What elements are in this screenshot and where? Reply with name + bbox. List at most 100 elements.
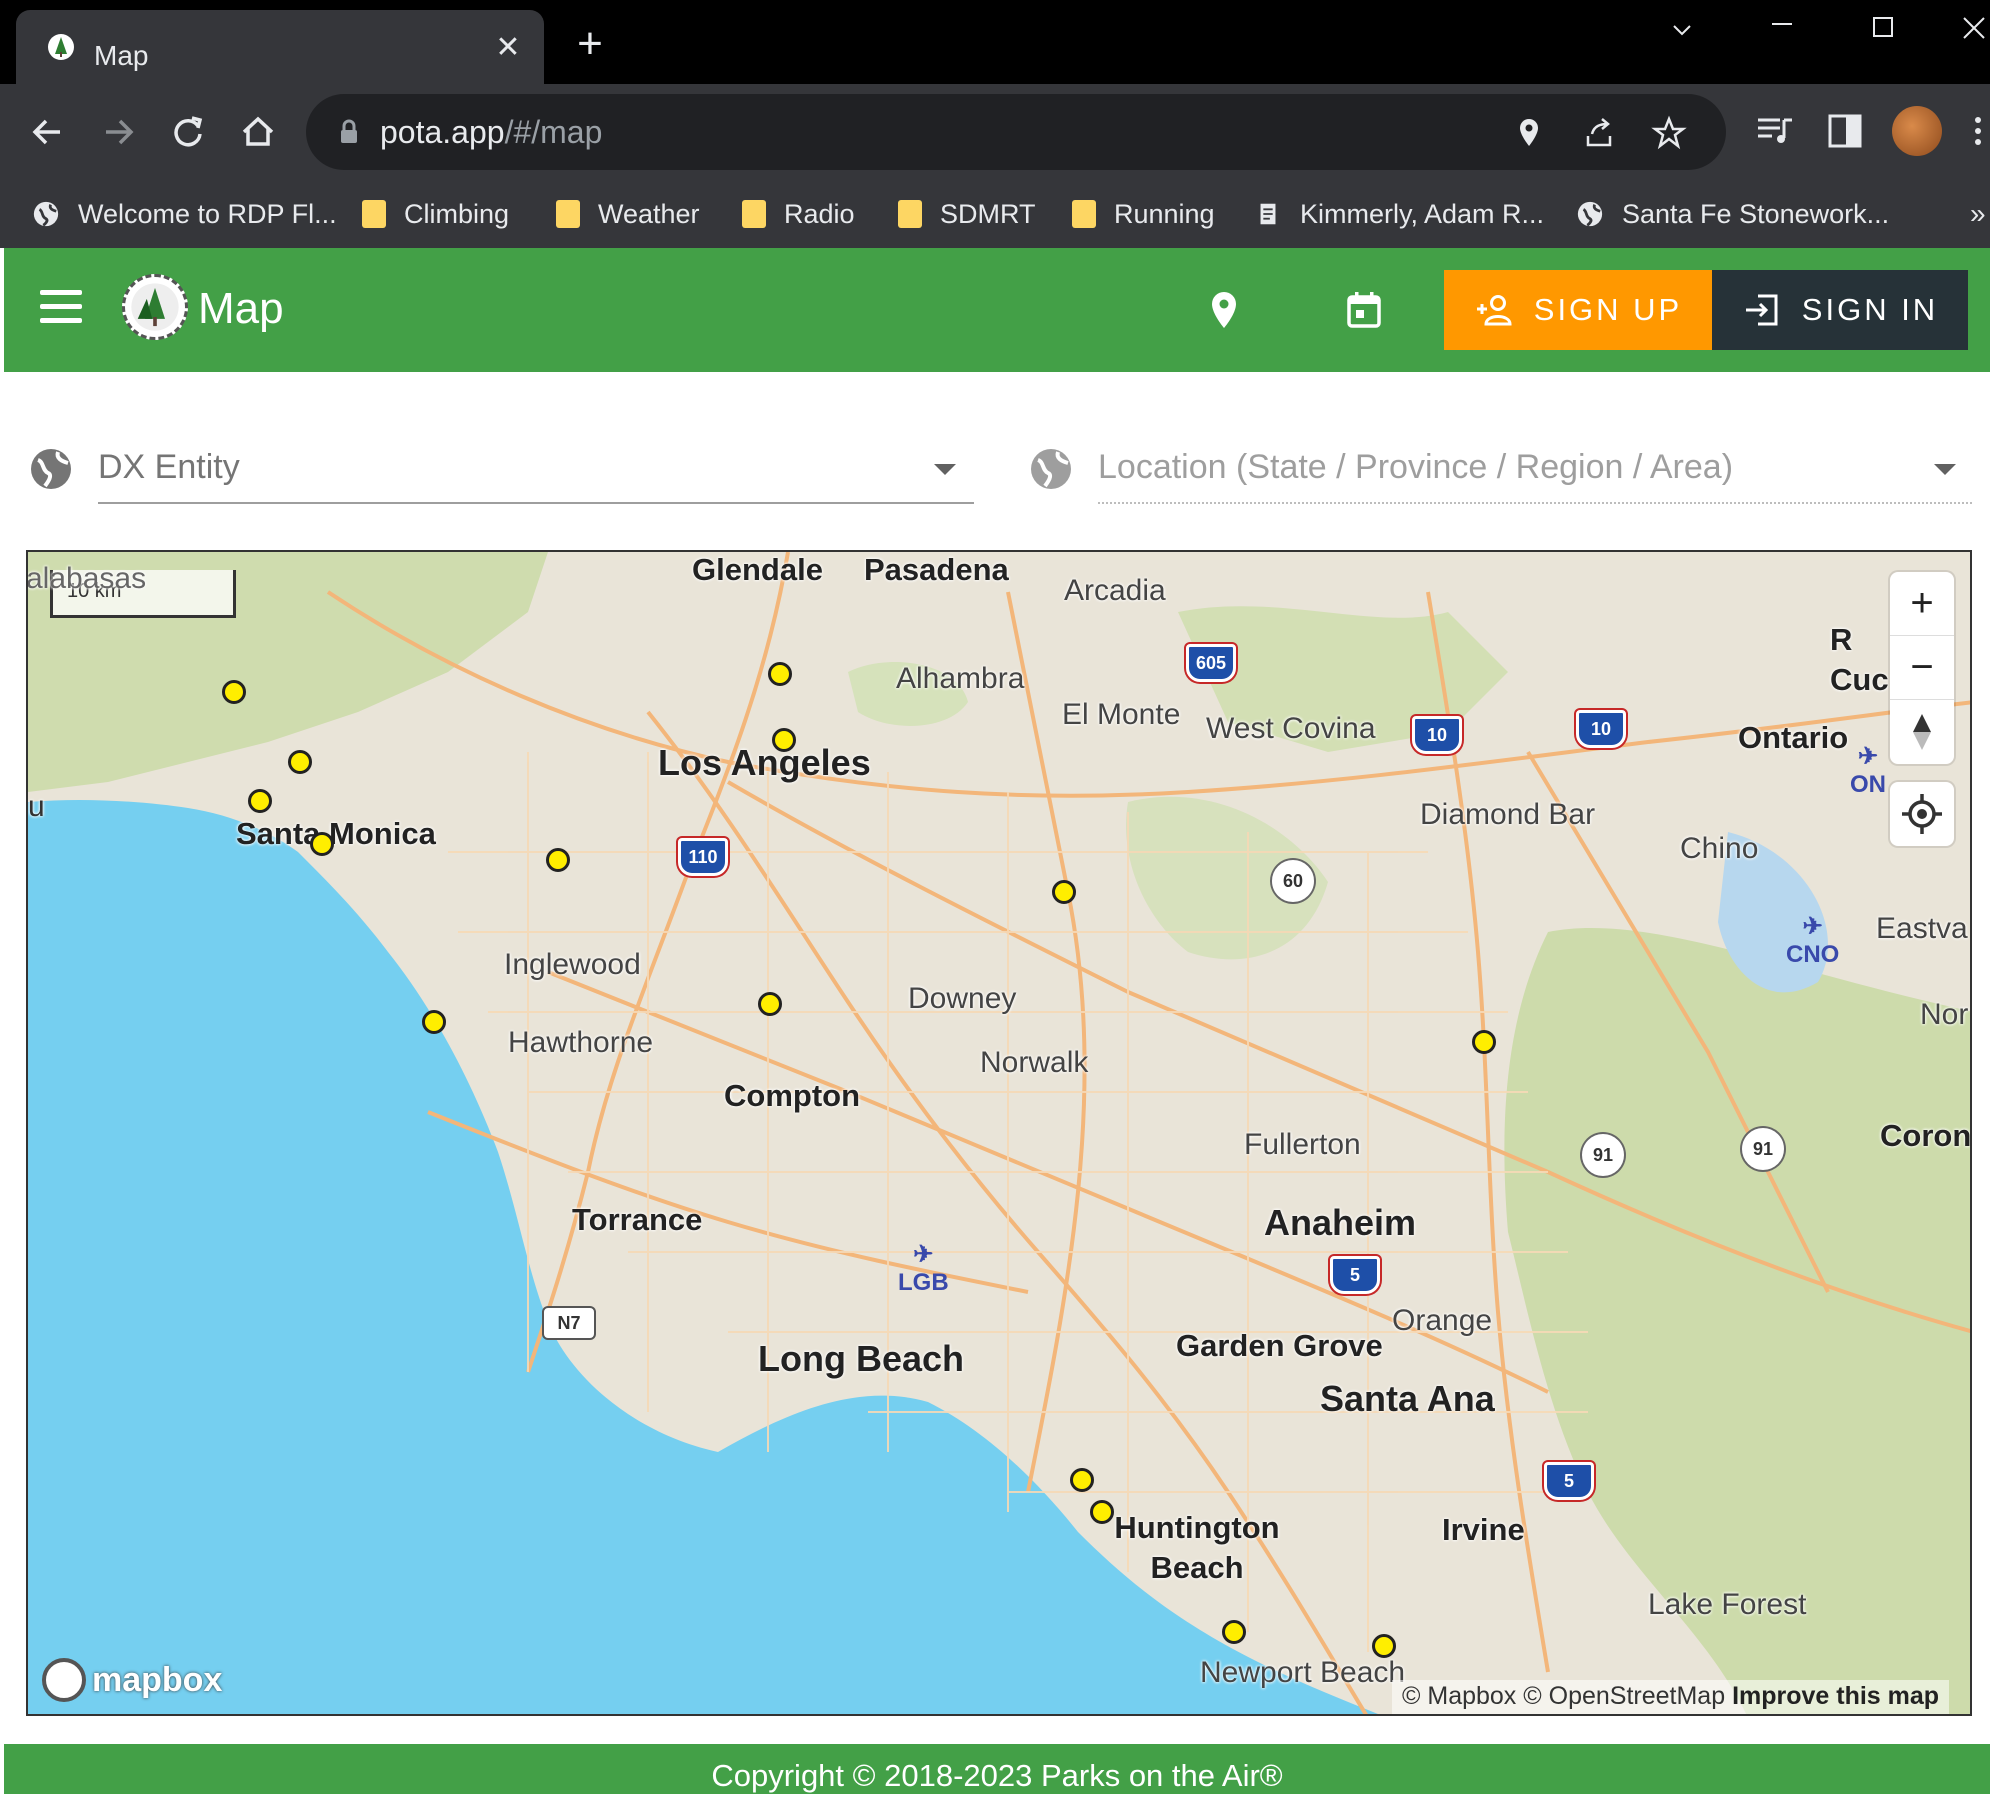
park-spot-marker[interactable] xyxy=(758,992,782,1016)
bookmark-kimmerly[interactable]: Kimmerly, Adam R... xyxy=(1254,194,1544,234)
forward-icon[interactable] xyxy=(92,106,144,158)
park-spot-marker[interactable] xyxy=(1222,1620,1246,1644)
location-select[interactable]: Location (State / Province / Region / Ar… xyxy=(1028,440,1972,510)
sign-in-button[interactable]: SIGN IN xyxy=(1712,270,1968,350)
city-label: Anaheim xyxy=(1264,1202,1417,1243)
park-spot-marker[interactable] xyxy=(1472,1030,1496,1054)
reload-icon[interactable] xyxy=(162,106,214,158)
city-label: Diamond Bar xyxy=(1420,798,1596,831)
park-spot-marker[interactable] xyxy=(422,1010,446,1034)
bookmarks-overflow-button[interactable]: » xyxy=(1970,198,1986,230)
home-icon[interactable] xyxy=(232,106,284,158)
tab-title: Map xyxy=(94,40,149,71)
city-label: Irvine xyxy=(1442,1512,1525,1547)
highway-shield: 91 xyxy=(1742,1128,1784,1170)
mapbox-logo-icon xyxy=(42,1658,86,1702)
geolocate-button[interactable] xyxy=(1890,782,1954,846)
park-spot-marker[interactable] xyxy=(768,662,792,686)
city-label: Orange xyxy=(1392,1304,1493,1337)
location-pin-icon[interactable] xyxy=(1510,114,1548,152)
globe-icon xyxy=(31,449,71,489)
city-label: Garden Grove xyxy=(1176,1328,1383,1363)
maximize-icon[interactable] xyxy=(1852,10,1912,50)
minimize-icon[interactable] xyxy=(1752,10,1812,50)
park-spot-marker[interactable] xyxy=(1090,1500,1114,1524)
map-pin-icon[interactable] xyxy=(1204,288,1244,332)
new-tab-button[interactable]: + xyxy=(570,22,610,66)
bookmark-weather[interactable]: Weather xyxy=(556,194,700,234)
bookmark-radio[interactable]: Radio xyxy=(742,194,855,234)
highway-shield: 5 xyxy=(1330,1256,1380,1294)
side-panel-icon[interactable] xyxy=(1820,106,1870,156)
park-spot-marker[interactable] xyxy=(546,848,570,872)
city-label: Nor xyxy=(1920,998,1969,1031)
tab-search-icon[interactable] xyxy=(1652,10,1712,50)
mapbox-logo[interactable]: mapbox xyxy=(42,1656,222,1704)
bookmark-sdmrt[interactable]: SDMRT xyxy=(898,194,1036,234)
bookmark-santa-fe[interactable]: Santa Fe Stonework... xyxy=(1576,194,1889,234)
location-value: Location (State / Province / Region / Ar… xyxy=(1098,448,1734,486)
highway-shield: 91 xyxy=(1582,1134,1624,1176)
browser-tab[interactable]: Map ✕ xyxy=(16,10,544,84)
tab-close-icon[interactable]: ✕ xyxy=(490,30,526,66)
park-spot-marker[interactable] xyxy=(772,728,796,752)
compass-button[interactable] xyxy=(1890,700,1954,764)
folder-icon xyxy=(1072,200,1096,228)
park-spot-marker[interactable] xyxy=(1070,1468,1094,1492)
bookmark-climbing[interactable]: Climbing xyxy=(362,194,509,234)
park-spot-marker[interactable] xyxy=(310,832,334,856)
share-icon[interactable] xyxy=(1580,114,1618,152)
globe-icon xyxy=(1031,449,1071,489)
city-label: El Monte xyxy=(1062,698,1181,731)
dx-entity-select[interactable]: DX Entity xyxy=(28,440,978,510)
city-label: Huntington Beach xyxy=(1114,1510,1280,1585)
city-label: u xyxy=(28,790,45,823)
hamburger-menu-icon[interactable] xyxy=(40,290,82,326)
city-label: Hawthorne xyxy=(508,1026,654,1059)
city-label: Coron xyxy=(1880,1118,1972,1153)
zoom-in-button[interactable]: + xyxy=(1890,572,1954,636)
page-footer: Copyright © 2018-2023 Parks on the Air® xyxy=(4,1744,1990,1794)
city-label: Glendale xyxy=(692,552,823,587)
park-spot-marker[interactable] xyxy=(1372,1634,1396,1658)
bookmark-running[interactable]: Running xyxy=(1072,194,1215,234)
media-queue-icon[interactable] xyxy=(1750,106,1800,156)
attribution-text[interactable]: © Mapbox © OpenStreetMap xyxy=(1402,1682,1725,1710)
city-label: Torrance xyxy=(572,1202,703,1237)
airport-ont: ✈ ON xyxy=(1850,742,1886,799)
bookmark-label: Kimmerly, Adam R... xyxy=(1300,198,1545,229)
bookmark-star-icon[interactable] xyxy=(1650,114,1688,152)
park-spot-marker[interactable] xyxy=(222,680,246,704)
sign-up-label: SIGN UP xyxy=(1533,292,1683,327)
menu-dots-icon[interactable] xyxy=(1966,106,1990,156)
city-label: Fullerton xyxy=(1244,1128,1361,1161)
park-spot-marker[interactable] xyxy=(248,789,272,813)
address-bar[interactable]: pota.app/#/map xyxy=(306,94,1726,170)
city-label: Downey xyxy=(908,982,1017,1015)
park-spot-marker[interactable] xyxy=(1052,880,1076,904)
calendar-icon[interactable] xyxy=(1342,288,1386,332)
pota-logo[interactable] xyxy=(122,274,188,340)
park-map[interactable]: 10 km alabasas Glendale Pasadena Arcadia… xyxy=(26,550,1972,1716)
city-label: Los Angeles xyxy=(658,742,871,783)
login-icon xyxy=(1745,294,1778,326)
city-label: R xyxy=(1830,622,1853,657)
airport-lgb: ✈ LGB xyxy=(898,1240,949,1297)
globe-icon xyxy=(1577,201,1603,227)
city-label: Inglewood xyxy=(504,948,641,981)
airport-code: ON xyxy=(1850,771,1886,798)
dx-entity-underline xyxy=(98,502,974,504)
bookmark-welcome[interactable]: Welcome to RDP Fl... xyxy=(32,194,337,234)
back-icon[interactable] xyxy=(22,106,74,158)
profile-avatar[interactable] xyxy=(1892,106,1942,156)
bookmark-label: Running xyxy=(1114,198,1215,229)
add-person-icon xyxy=(1476,295,1512,326)
park-spot-marker[interactable] xyxy=(288,750,312,774)
compass-icon xyxy=(1913,714,1931,750)
zoom-out-button[interactable]: − xyxy=(1890,636,1954,700)
sign-up-button[interactable]: SIGN UP xyxy=(1444,270,1712,350)
improve-map-link[interactable]: Improve this map xyxy=(1732,1682,1939,1710)
close-window-icon[interactable] xyxy=(1950,10,1990,50)
lock-icon[interactable] xyxy=(336,118,362,146)
highway-shield: 110 xyxy=(678,838,728,876)
